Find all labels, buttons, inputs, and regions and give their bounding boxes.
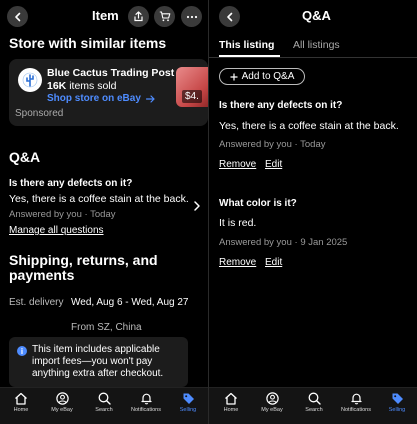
nav-notifications-label: Notifications — [341, 407, 371, 413]
qa-header: Q&A — [209, 0, 417, 32]
add-to-qa-button[interactable]: Add to Q&A — [219, 68, 305, 85]
nav-my-ebay-label: My eBay — [51, 407, 73, 413]
store-sold-suffix: items sold — [69, 80, 117, 92]
qa-answer: Yes, there is a coffee stain at the back… — [219, 120, 399, 132]
plus-icon — [230, 73, 238, 80]
chevron-left-icon — [14, 12, 20, 21]
sponsored-label: Sponsored — [15, 108, 64, 119]
qa-answer: Yes, there is a coffee stain at the back… — [9, 193, 189, 205]
more-icon — [186, 15, 197, 18]
store-logo — [18, 68, 42, 92]
nav-selling-label: Selling — [388, 407, 406, 413]
store-name: Blue Cactus Trading Post — [47, 67, 175, 79]
qa-pane: Q&A This listing All listings Add to Q&A… — [209, 0, 417, 424]
import-fees-text: This item includes applicable import fee… — [32, 344, 164, 379]
qa-question: Is there any defects on it? — [219, 100, 343, 111]
bottom-nav: Home My eBay Search Notifications Sellin… — [0, 387, 208, 424]
qa-meta: Answered by you · Today — [9, 209, 116, 220]
info-icon: i — [17, 346, 27, 356]
tab-all-listings[interactable]: All listings — [293, 39, 340, 51]
tab-divider — [209, 57, 417, 58]
search-icon — [308, 392, 321, 405]
tag-icon — [392, 393, 403, 404]
store-sold: 16K items sold — [47, 80, 116, 92]
qa-meta: Answered by you · Today — [219, 139, 326, 150]
home-icon — [15, 392, 27, 405]
nav-my-ebay[interactable]: My eBay — [252, 392, 292, 413]
cart-button[interactable] — [154, 6, 175, 27]
nav-my-ebay-label: My eBay — [261, 407, 283, 413]
nav-home[interactable]: Home — [211, 392, 251, 413]
item-header: Item — [0, 0, 208, 32]
tab-this-listing[interactable]: This listing — [219, 39, 274, 51]
nav-home[interactable]: Home — [1, 392, 41, 413]
nav-notifications-label: Notifications — [131, 407, 161, 413]
nav-home-label: Home — [223, 407, 239, 413]
add-to-qa-label: Add to Q&A — [241, 71, 295, 82]
user-icon — [55, 392, 69, 405]
nav-search[interactable]: Search — [294, 392, 334, 413]
bell-icon — [140, 393, 152, 405]
store-sold-count: 16K — [47, 80, 67, 92]
share-button[interactable] — [128, 6, 149, 27]
bottom-nav: Home My eBay Search Notifications Sellin… — [209, 387, 417, 424]
shop-store-link[interactable]: Shop store on eBay — [47, 93, 155, 104]
qa-question: What color is it? — [219, 198, 297, 209]
delivery-from: From SZ, China — [71, 322, 142, 333]
nav-search-label: Search — [95, 407, 113, 413]
tag-icon — [183, 393, 194, 404]
edit-link[interactable]: Edit — [265, 159, 282, 170]
nav-notifications[interactable]: Notifications — [336, 392, 376, 413]
delivery-label: Est. delivery — [9, 297, 64, 308]
chevron-right-icon[interactable] — [193, 200, 201, 212]
cart-icon — [159, 11, 170, 22]
qa-question: Is there any defects on it? — [9, 178, 133, 189]
back-button[interactable] — [7, 6, 28, 27]
nav-notifications[interactable]: Notifications — [126, 392, 166, 413]
manage-questions-link[interactable]: Manage all questions — [9, 225, 104, 236]
item-thumbnail[interactable]: $4. — [176, 67, 208, 107]
store-section-title: Store with similar items — [9, 35, 167, 51]
qa-answer: It is red. — [219, 217, 257, 229]
edit-link[interactable]: Edit — [265, 257, 282, 268]
user-icon — [265, 392, 279, 405]
home-icon — [225, 392, 237, 405]
page-title: Item — [92, 8, 119, 23]
nav-selling[interactable]: Selling — [377, 392, 417, 413]
more-button[interactable] — [181, 6, 202, 27]
shipping-section-title: Shipping, returns, and payments — [9, 252, 158, 283]
search-icon — [98, 392, 111, 405]
nav-selling[interactable]: Selling — [168, 392, 208, 413]
page-title: Q&A — [302, 8, 331, 23]
nav-search[interactable]: Search — [84, 392, 124, 413]
qa-section-title: Q&A — [9, 149, 41, 165]
qa-meta: Answered by you · 9 Jan 2025 — [219, 237, 348, 248]
shop-store-label: Shop store on eBay — [47, 93, 141, 104]
arrow-right-icon — [145, 94, 155, 103]
remove-link[interactable]: Remove — [219, 257, 256, 268]
nav-search-label: Search — [305, 407, 323, 413]
share-icon — [134, 11, 143, 22]
chevron-left-icon — [226, 12, 232, 21]
back-button[interactable] — [219, 6, 240, 27]
nav-selling-label: Selling — [179, 407, 197, 413]
nav-home-label: Home — [13, 407, 29, 413]
cactus-icon — [22, 72, 38, 88]
item-pane: Item Store with similar items Blue Cactu… — [0, 0, 208, 424]
thumbnail-price: $4. — [182, 90, 202, 103]
delivery-value: Wed, Aug 6 - Wed, Aug 27 — [71, 297, 189, 308]
bell-icon — [350, 393, 362, 405]
remove-link[interactable]: Remove — [219, 159, 256, 170]
store-card[interactable]: Blue Cactus Trading Post 16K items sold … — [9, 59, 208, 126]
import-fees-info: i This item includes applicable import f… — [9, 337, 188, 387]
nav-my-ebay[interactable]: My eBay — [42, 392, 82, 413]
